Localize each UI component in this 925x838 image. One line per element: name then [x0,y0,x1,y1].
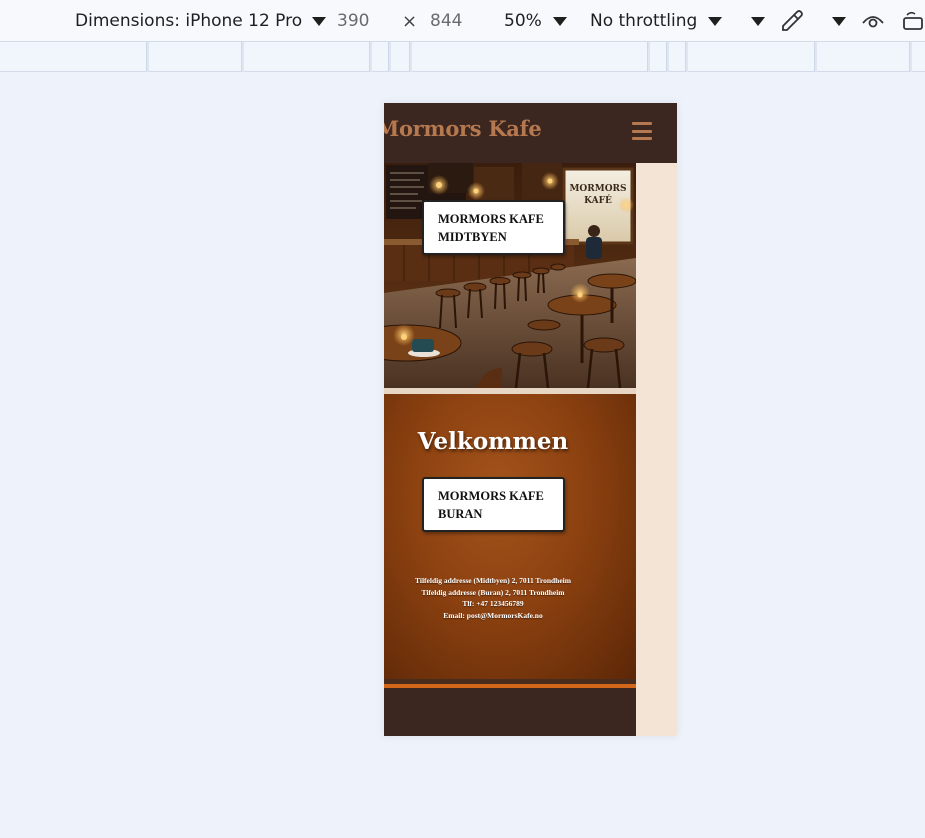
height-input[interactable]: 844 [430,0,462,42]
throttling-value: No throttling [590,11,698,31]
contact-info: Tilfeldig addresse (Midtbyen) 2, 7011 Tr… [384,575,602,621]
phone-number: Tlf: +47 123456789 [462,599,524,608]
toolbar-dropdown[interactable] [832,0,846,42]
address-buran: Tifeldig addresse (Buran) 2, 7011 Trondh… [421,587,565,597]
svg-text:KAFÉ: KAFÉ [584,194,612,206]
chevron-down-icon [708,16,723,26]
site-footer [384,688,636,736]
chevron-down-icon [751,16,765,26]
device-label: Dimensions: iPhone 12 Pro [75,11,303,31]
more-options-dropdown[interactable] [751,0,765,42]
site-header: Mormors Kafe [384,103,677,163]
chevron-down-icon [312,16,327,26]
buran-location-button[interactable]: MORMORS KAFE BURAN [422,477,565,532]
page-background-strip [636,163,677,736]
device-viewport: Mormors Kafe MORMORS KAFÉ MORMORS KAFE M… [384,103,677,736]
midtbyen-location-button[interactable]: MORMORS KAFE MIDTBYEN [422,200,565,255]
rotate-icon[interactable] [901,0,925,42]
site-brand[interactable]: Mormors Kafe [384,116,542,141]
eyedropper-icon[interactable] [779,0,805,42]
media-query-ruler[interactable] [0,42,925,72]
zoom-select[interactable]: 50% [504,0,567,42]
address-midtbyen: Tilfeldig addresse (Midtbyen) 2, 7011 Tr… [415,576,571,585]
devtools-device-toolbar: Dimensions: iPhone 12 Pro 390 × 844 50% … [0,0,925,42]
chevron-down-icon [552,16,567,26]
welcome-title: Velkommen [417,428,569,455]
email-address[interactable]: Email: post@MormorsKafe.no [384,610,602,622]
chevron-down-icon [832,16,846,26]
eye-icon[interactable] [861,0,885,42]
throttling-select[interactable]: No throttling [590,0,723,42]
svg-text:MORMORS: MORMORS [569,184,626,194]
zoom-value: 50% [504,11,542,31]
hero-cafe-image: MORMORS KAFÉ [384,163,636,388]
width-input[interactable]: 390 [337,0,369,42]
welcome-section: Velkommen Tilfeldig addresse (Midtbyen) … [384,394,636,679]
device-select[interactable]: Dimensions: iPhone 12 Pro [75,0,327,42]
dimension-separator: × [402,10,418,32]
hamburger-icon[interactable] [632,122,652,140]
